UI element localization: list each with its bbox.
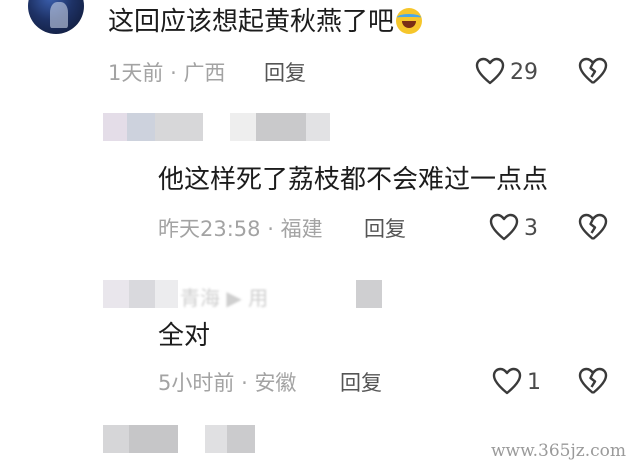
comment-3-reply-button[interactable]: 回复 [340,370,382,396]
comment-1-reply-button[interactable]: 回复 [264,60,306,86]
broken-heart-icon[interactable] [578,213,608,241]
heart-icon[interactable] [489,213,519,241]
comment-2-reply-button[interactable]: 回复 [364,216,406,242]
comment-1-meta: 1天前 · 广西 [108,61,226,85]
comment-2-like-count: 3 [524,216,538,241]
blurred-username [205,425,255,453]
comment-2-meta: 昨天23:58 · 福建 [158,217,323,241]
blurred-username [103,113,203,141]
blurred-username [230,113,330,141]
blurred-username [103,425,178,453]
avatar[interactable] [28,0,84,34]
broken-heart-icon[interactable] [578,57,608,85]
broken-heart-icon[interactable] [578,367,608,395]
watermark: www.365jz.com [491,441,626,461]
comment-3-meta: 5小时前 · 安徽 [158,371,297,395]
heart-icon[interactable] [492,367,522,395]
comment-2-text: 他这样死了荔枝都不会难过一点点 [158,165,549,195]
blurred-username [356,280,382,308]
blurred-reply-target: 青海 ▶ 用 [180,286,269,310]
laughing-crying-emoji-icon [396,8,423,34]
heart-icon[interactable] [475,57,505,85]
comment-1-text: 这回应该想起黄秋燕了吧 [108,6,423,38]
comment-3-like-count: 1 [527,370,541,395]
comment-3-text: 全对 [158,321,211,351]
blurred-username [103,280,178,308]
comment-1-like-count: 29 [510,60,538,85]
